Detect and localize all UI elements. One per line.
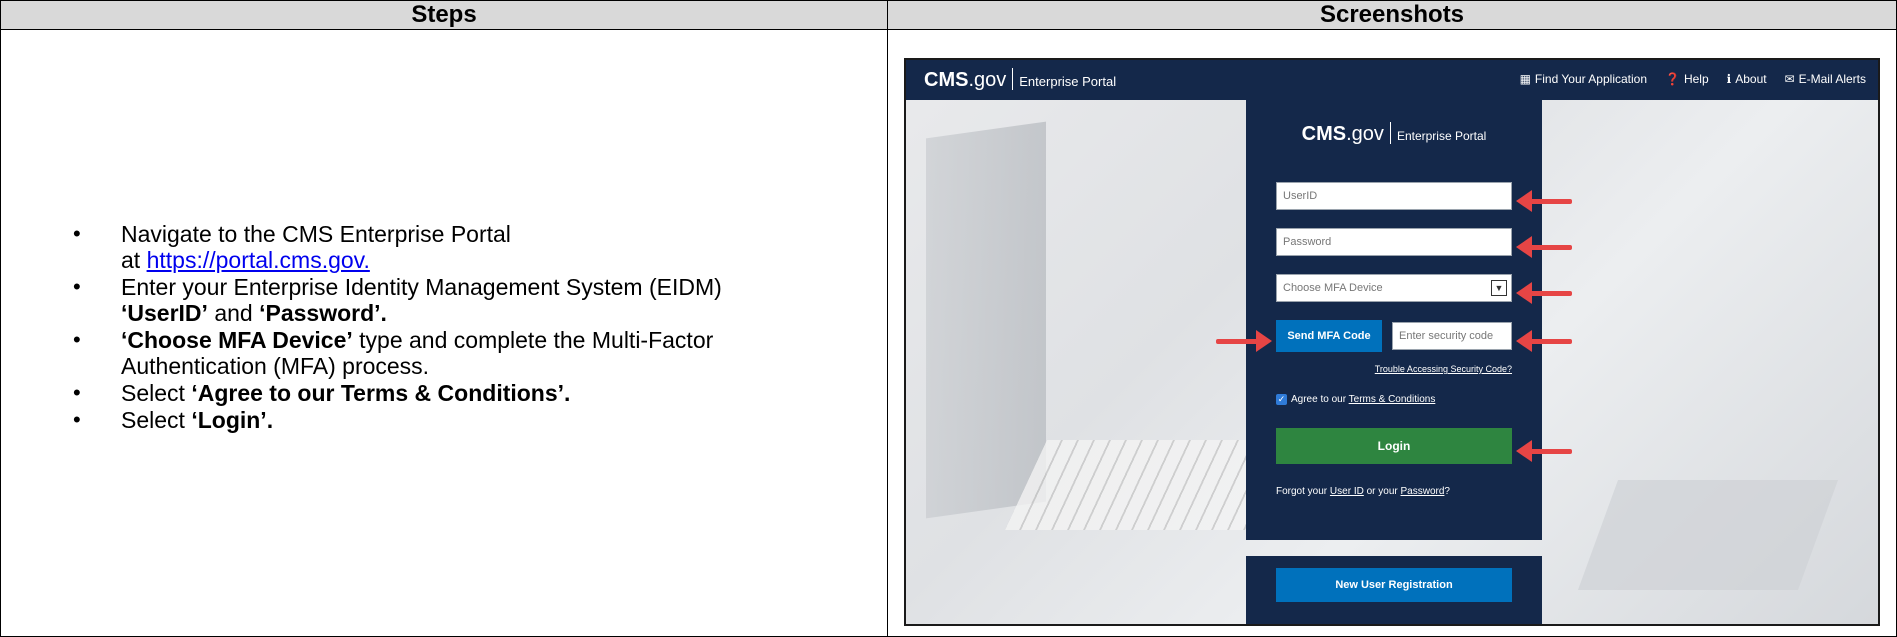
userid-input[interactable]: UserID (1276, 182, 1512, 210)
red-arrow-icon (1516, 282, 1576, 304)
table-header-row: Steps Screenshots (1, 1, 1896, 30)
step-item-mfa: ‘Choose MFA Device’ type and complete th… (71, 327, 861, 379)
column-divider (887, 1, 888, 636)
steps-list: Navigate to the CMS Enterprise Portal at… (71, 221, 861, 434)
cms-logo[interactable]: CMS.gov Enterprise Portal (924, 68, 1116, 92)
login-button[interactable]: Login (1276, 428, 1512, 464)
red-arrow-icon (1516, 190, 1576, 212)
step-text: Select (121, 380, 192, 406)
red-arrow-icon (1516, 236, 1576, 258)
step-text: at (121, 247, 147, 273)
background-monitor (926, 121, 1046, 519)
forgot-userid-link[interactable]: User ID (1330, 486, 1364, 497)
step-text: Navigate to the CMS Enterprise Portal (121, 221, 511, 247)
nav-email-alerts[interactable]: ✉ E-Mail Alerts (1785, 72, 1866, 86)
registration-panel: New User Registration (1246, 556, 1542, 624)
step-bold-userid: ‘UserID’ (121, 300, 208, 326)
background-desk-item (1577, 480, 1839, 590)
info-icon: ℹ (1726, 72, 1732, 86)
step-item-credentials: Enter your Enterprise Identity Managemen… (71, 274, 861, 326)
checkbox-checked-icon: ✓ (1276, 394, 1287, 405)
red-arrow-icon (1216, 330, 1276, 352)
red-arrow-icon (1516, 330, 1576, 352)
step-bold-mfa: ‘Choose MFA Device’ (121, 327, 353, 353)
login-cms-logo: CMS.gov Enterprise Portal (1301, 122, 1487, 145)
nav-find-application[interactable]: ▦ Find Your Application (1520, 72, 1647, 86)
mfa-device-select[interactable]: Choose MFA Device ▼ (1276, 274, 1512, 302)
step-bold-password: ‘Password’. (259, 300, 387, 326)
step-text: Enter your Enterprise Identity Managemen… (121, 274, 722, 300)
steps-column-header: Steps (411, 1, 477, 28)
agree-terms-checkbox[interactable]: ✓ Agree to our Terms & Conditions (1276, 394, 1435, 405)
portal-screenshot: CMS.gov Enterprise Portal ▦ Find Your Appl… (904, 58, 1880, 626)
instruction-table: Steps Screenshots Navigate to the CMS En… (0, 0, 1897, 637)
forgot-credentials-text: Forgot your User ID or your Password? (1276, 486, 1450, 497)
grid-icon: ▦ (1519, 72, 1531, 86)
login-panel: CMS.gov Enterprise Portal UserID Password… (1246, 100, 1542, 540)
portal-link[interactable]: https://portal.cms.gov. (147, 247, 370, 273)
step-bold-agree: ‘Agree to our Terms & Conditions’. (191, 380, 571, 406)
step-bold-login: ‘Login’. (191, 407, 274, 433)
step-item-login: Select ‘Login’. (71, 407, 861, 433)
nav-about[interactable]: ℹ About (1727, 72, 1767, 86)
chevron-down-icon: ▼ (1491, 280, 1507, 296)
step-item-agree: Select ‘Agree to our Terms & Conditions’… (71, 380, 861, 406)
send-mfa-code-button[interactable]: Send MFA Code (1276, 320, 1382, 352)
forgot-password-link[interactable]: Password (1401, 486, 1445, 497)
help-icon: ❓ (1665, 72, 1680, 86)
screenshots-column-header: Screenshots (1319, 1, 1465, 28)
mail-icon: ✉ (1784, 72, 1795, 86)
red-arrow-icon (1516, 440, 1576, 462)
security-code-input[interactable]: Enter security code (1392, 322, 1512, 350)
step-text: Select (121, 407, 192, 433)
trouble-accessing-link[interactable]: Trouble Accessing Security Code? (1375, 364, 1512, 374)
terms-link[interactable]: Terms & Conditions (1349, 394, 1436, 405)
password-input[interactable]: Password (1276, 228, 1512, 256)
new-user-registration-button[interactable]: New User Registration (1276, 568, 1512, 602)
step-text: and (207, 300, 260, 326)
portal-top-bar: CMS.gov Enterprise Portal ▦ Find Your Appl… (906, 60, 1878, 100)
portal-top-nav: ▦ Find Your Application ❓ Help ℹ About ✉ E-M… (1520, 72, 1866, 86)
nav-help[interactable]: ❓ Help (1665, 72, 1709, 86)
step-item-navigate: Navigate to the CMS Enterprise Portal at… (71, 221, 861, 273)
